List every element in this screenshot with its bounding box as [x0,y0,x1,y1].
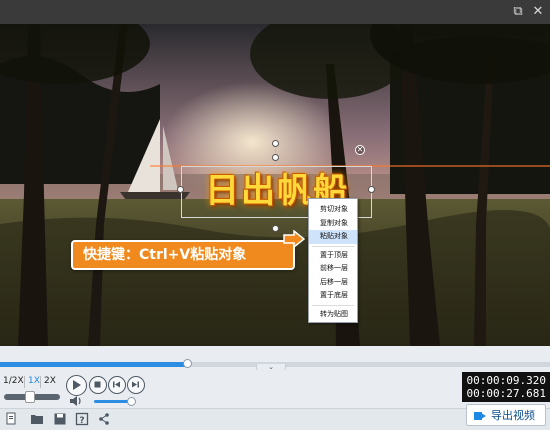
remove-object-icon[interactable]: ✕ [355,145,365,155]
menu-separator [312,304,354,306]
progress-handle[interactable] [183,359,192,368]
speed-slider[interactable] [4,391,60,403]
video-preview[interactable]: ✕ 日出帆船 快捷键：Ctrl+V粘贴对象 剪切对象 复制对象 粘贴对象 置于顶… [0,24,550,346]
menu-separator [312,245,354,247]
export-video-button[interactable]: 导出视频 [466,404,546,426]
restore-window-icon[interactable]: ⧉ [510,4,526,20]
progress-fill [0,362,187,367]
save-icon[interactable] [53,412,67,426]
volume-slider[interactable] [94,400,130,403]
menu-item-copy[interactable]: 复制对象 [309,217,357,231]
open-folder-icon[interactable] [30,412,44,426]
speed-separator [24,376,25,388]
close-window-icon[interactable]: ✕ [530,4,546,20]
menu-item-cut[interactable]: 剪切对象 [309,203,357,217]
menu-item-convert-to-sticker[interactable]: 转为贴图 [309,308,357,322]
export-icon [474,412,486,420]
export-video-label: 导出视频 [491,409,535,422]
share-icon[interactable] [97,412,111,426]
menu-item-send-backward[interactable]: 后移一层 [309,276,357,290]
step-forward-icon [132,381,139,388]
stop-button[interactable] [89,376,107,394]
menu-item-send-to-back[interactable]: 置于底层 [309,289,357,303]
bottom-center-handle[interactable] [272,225,279,232]
new-file-icon[interactable] [5,412,19,426]
next-frame-button[interactable] [127,376,145,394]
step-back-icon [113,381,120,388]
top-center-handle[interactable] [272,154,279,161]
total-time: 00:00:27.681 [466,387,546,400]
speed-1x[interactable]: 1X [28,376,40,386]
menu-item-bring-to-front[interactable]: 置于顶层 [309,249,357,263]
shortcut-tooltip: 快捷键：Ctrl+V粘贴对象 [71,240,295,270]
play-icon [73,380,81,390]
stop-icon [94,381,101,388]
speed-slider-knob[interactable] [25,391,35,403]
title-bar: ⧉ ✕ [0,0,550,24]
tooltip-text: 快捷键：Ctrl+V粘贴对象 [83,247,247,263]
speed-2x[interactable]: 2X [44,376,56,386]
time-display: 00:00:09.320 00:00:27.681 [462,372,550,402]
left-handle[interactable] [177,186,184,193]
play-button[interactable] [66,375,87,396]
rotate-handle[interactable] [272,140,279,147]
arrow-right-icon [283,230,305,248]
volume-icon[interactable] [68,394,84,408]
current-time: 00:00:09.320 [466,374,546,387]
menu-item-bring-forward[interactable]: 前移一层 [309,262,357,276]
speed-half[interactable]: 1/2X [3,376,24,386]
context-menu: 剪切对象 复制对象 粘贴对象 置于顶层 前移一层 后移一层 置于底层 转为贴图 [308,198,358,323]
speed-separator [40,376,41,388]
help-icon[interactable]: ? [75,412,89,426]
volume-slider-knob[interactable] [127,397,136,406]
menu-item-paste[interactable]: 粘贴对象 [309,230,357,244]
video-editor-window: ⧉ ✕ ✕ 日出帆船 快捷键：Ctrl+V粘贴对象 剪切对象 复制对象 粘贴对象… [0,0,550,430]
svg-text:?: ? [79,416,84,426]
prev-frame-button[interactable] [108,376,126,394]
